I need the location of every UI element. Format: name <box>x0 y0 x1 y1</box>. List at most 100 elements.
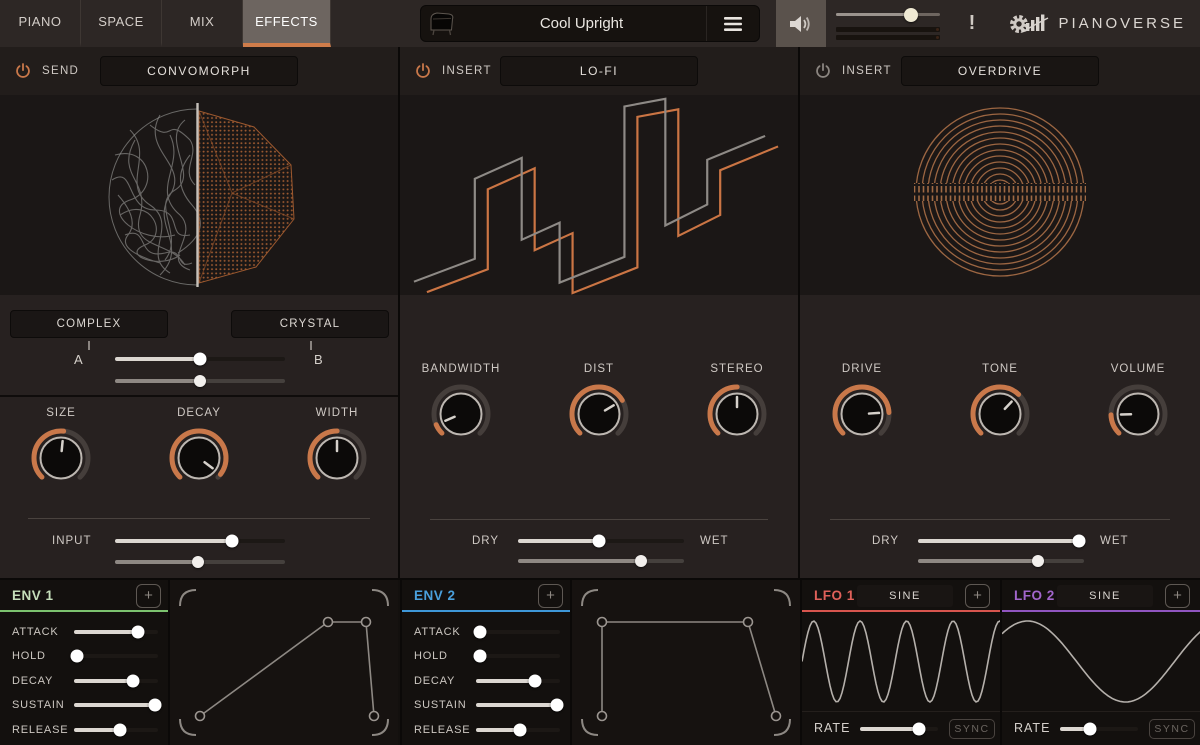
env1-graph[interactable] <box>168 580 398 745</box>
tab-piano[interactable]: PIANO <box>0 0 81 47</box>
od-dry-wet-slider[interactable] <box>918 539 1084 543</box>
od-volume-knob[interactable] <box>1106 378 1170 446</box>
mute-button[interactable] <box>776 0 826 47</box>
lfo2-shape-button[interactable]: SINE <box>1057 585 1153 607</box>
env2-release-slider[interactable] <box>476 728 560 732</box>
decay-knob[interactable] <box>167 422 231 490</box>
bandwidth-knob[interactable] <box>429 378 493 446</box>
section-divider <box>0 395 398 397</box>
dist-knob[interactable] <box>567 378 631 446</box>
overdrive-power-button[interactable] <box>814 62 832 80</box>
morph-a-button[interactable]: COMPLEX <box>10 310 168 338</box>
pianoverse-effects-window: PIANO SPACE MIX EFFECTS Cool Upright ! P… <box>0 0 1200 745</box>
drive-knob[interactable] <box>830 378 894 446</box>
lofi-select-button[interactable]: LO-FI <box>500 56 698 86</box>
lofi-waveform-graphic <box>413 97 779 295</box>
dry-wet-slider[interactable] <box>518 539 684 543</box>
lfo2-waveform <box>1001 620 1200 703</box>
dist-label: DIST <box>583 363 615 375</box>
morph-sphere-graphic <box>108 103 295 287</box>
input-slider[interactable] <box>115 539 285 543</box>
tone-label: TONE <box>982 363 1018 375</box>
lfo2-sync-button[interactable]: SYNC <box>1149 719 1195 739</box>
alert-button[interactable]: ! <box>950 0 994 47</box>
convomorph-select-button[interactable]: CONVOMORPH <box>100 56 298 86</box>
lofi-controls: BANDWIDTH DIST STEREO DRY WET <box>400 295 798 578</box>
lfo1-section: LFO 1 SINE + RATE SYNC <box>800 580 1003 745</box>
size-knob[interactable] <box>29 422 93 490</box>
width-knob[interactable] <box>305 422 369 490</box>
env2-attack-slider[interactable] <box>476 630 560 634</box>
lfo2-rate-label: RATE <box>1014 721 1051 735</box>
env1-title: ENV 1 <box>12 588 54 603</box>
wet-label: WET <box>700 535 729 547</box>
lfo1-shape-button[interactable]: SINE <box>857 585 953 607</box>
convomorph-header: SEND CONVOMORPH <box>0 47 398 95</box>
lfo1-add-button[interactable]: + <box>965 584 990 608</box>
lfo2-rate-slider[interactable] <box>1060 727 1138 731</box>
morph-mod-slider[interactable] <box>115 379 285 383</box>
env2-hold-slider[interactable] <box>476 654 560 658</box>
input-label: INPUT <box>52 535 92 547</box>
env2-graph[interactable] <box>570 580 800 745</box>
env1-release-slider[interactable] <box>74 728 158 732</box>
volume-label: VOLUME <box>1110 363 1166 375</box>
env1-hold-label: HOLD <box>12 650 46 662</box>
drive-label: DRIVE <box>841 363 883 375</box>
overdrive-spiral-graphic <box>912 107 1088 277</box>
stereo-knob[interactable] <box>705 378 769 446</box>
volume-slider[interactable] <box>836 13 940 16</box>
env1-release-label: RELEASE <box>12 724 69 736</box>
lfo1-rate-slider[interactable] <box>860 727 938 731</box>
lfo2-wave-display <box>1001 612 1200 711</box>
env2-sustain-slider[interactable] <box>476 703 560 707</box>
morph-slider[interactable] <box>115 357 285 361</box>
lfo2-rate-row: RATE SYNC <box>1002 711 1200 745</box>
lfo1-sync-button[interactable]: SYNC <box>949 719 995 739</box>
overdrive-header: INSERT OVERDRIVE <box>800 47 1200 95</box>
convomorph-knobs: SIZE DECAY WIDTH <box>0 407 398 490</box>
preset-selector[interactable]: Cool Upright <box>420 5 760 42</box>
stereo-label: STEREO <box>710 363 764 375</box>
send-power-button[interactable] <box>14 62 32 80</box>
width-label: WIDTH <box>315 407 359 419</box>
env1-sustain-slider[interactable] <box>74 703 158 707</box>
lofi-power-button[interactable] <box>414 62 432 80</box>
divider-line <box>430 519 768 520</box>
env2-attack-label: ATTACK <box>414 626 461 638</box>
overdrive-visualization <box>800 95 1200 295</box>
env2-sustain-label: SUSTAIN <box>414 699 467 711</box>
env1-hold-slider[interactable] <box>74 654 158 658</box>
tone-knob[interactable] <box>968 378 1032 446</box>
env2-add-button[interactable]: + <box>538 584 563 608</box>
overdrive-knobs: DRIVE TONE VOLUME <box>800 363 1200 446</box>
morph-a-label: A <box>74 352 83 367</box>
env1-add-button[interactable]: + <box>136 584 161 608</box>
od-dry-wet-mod-slider[interactable] <box>918 559 1084 563</box>
tab-mix[interactable]: MIX <box>162 0 243 47</box>
lofi-insert-label: INSERT <box>442 65 492 77</box>
env2-decay-slider[interactable] <box>476 679 560 683</box>
size-label: SIZE <box>46 407 76 419</box>
morph-b-button[interactable]: CRYSTAL <box>231 310 389 338</box>
preset-menu-button[interactable] <box>706 6 759 41</box>
env1-sustain-label: SUSTAIN <box>12 699 65 711</box>
env1-decay-slider[interactable] <box>74 679 158 683</box>
send-label: SEND <box>42 65 80 77</box>
tab-effects[interactable]: EFFECTS <box>243 0 331 47</box>
env1-attack-slider[interactable] <box>74 630 158 634</box>
lofi-visualization <box>400 95 798 295</box>
overdrive-select-button[interactable]: OVERDRIVE <box>901 56 1099 86</box>
modulator-row: ENV 1 + ATTACK HOLD DECAY SUSTAIN RELEAS… <box>0 578 1200 745</box>
morph-b-label: B <box>314 352 323 367</box>
dry-wet-mod-slider[interactable] <box>518 559 684 563</box>
lfo2-section: LFO 2 SINE + RATE SYNC <box>1000 580 1200 745</box>
overdrive-controls: DRIVE TONE VOLUME DRY WET <box>800 295 1200 578</box>
tab-space[interactable]: SPACE <box>81 0 162 47</box>
lfo1-wave-display <box>801 612 1003 711</box>
input-mod-slider[interactable] <box>115 560 285 564</box>
decay-label: DECAY <box>177 407 221 419</box>
env1-section: ENV 1 + ATTACK HOLD DECAY SUSTAIN RELEAS… <box>0 580 400 745</box>
lfo2-add-button[interactable]: + <box>1165 584 1190 608</box>
logo: PIANOVERSE <box>1019 0 1186 47</box>
